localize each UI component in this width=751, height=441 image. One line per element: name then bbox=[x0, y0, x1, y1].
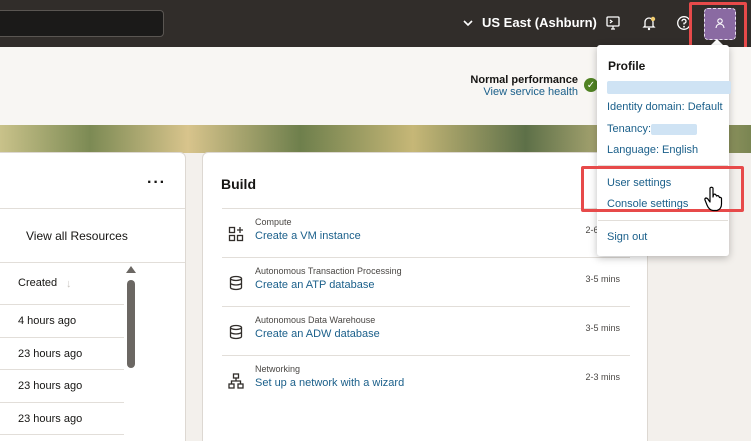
user-profile-button[interactable] bbox=[704, 8, 736, 40]
compute-icon bbox=[228, 226, 244, 242]
database-icon bbox=[228, 275, 244, 291]
sort-arrow-icon[interactable]: ↓ bbox=[66, 278, 72, 290]
build-item-duration: 3-5 mins bbox=[585, 274, 620, 284]
build-item-atp[interactable]: Autonomous Transaction Processing Create… bbox=[222, 259, 630, 308]
identity-domain-link[interactable]: Identity domain: Default bbox=[607, 101, 723, 113]
view-service-health-link[interactable]: View service health bbox=[470, 86, 578, 98]
region-selector[interactable]: US East (Ashburn) bbox=[462, 15, 597, 30]
build-item-adw[interactable]: Autonomous Data Warehouse Create an ADW … bbox=[222, 308, 630, 357]
scroll-thumb[interactable] bbox=[127, 280, 135, 368]
build-item-category: Autonomous Transaction Processing bbox=[255, 266, 402, 276]
more-actions-button[interactable]: ··· bbox=[147, 174, 166, 192]
notification-bell-icon[interactable] bbox=[640, 14, 658, 32]
create-vm-instance-link[interactable]: Create a VM instance bbox=[255, 230, 361, 242]
divider bbox=[222, 355, 630, 356]
redacted-username bbox=[607, 81, 731, 94]
divider bbox=[0, 262, 185, 263]
divider bbox=[222, 257, 630, 258]
network-icon bbox=[228, 373, 244, 389]
divider bbox=[0, 402, 124, 403]
divider bbox=[598, 165, 728, 166]
check-circle-icon: ✓ bbox=[584, 78, 598, 92]
build-item-category: Autonomous Data Warehouse bbox=[255, 315, 376, 325]
help-icon[interactable] bbox=[675, 14, 693, 32]
build-item-duration: 3-5 mins bbox=[585, 323, 620, 333]
create-atp-database-link[interactable]: Create an ATP database bbox=[255, 279, 374, 291]
build-item-category: Compute bbox=[255, 217, 292, 227]
build-item-category: Networking bbox=[255, 364, 301, 374]
divider bbox=[598, 220, 728, 221]
search-input[interactable] bbox=[0, 10, 164, 37]
service-health-status: Normal performance View service health bbox=[470, 74, 578, 98]
divider bbox=[0, 369, 124, 370]
divider bbox=[0, 434, 124, 435]
divider bbox=[0, 337, 124, 338]
table-cell-created: 23 hours ago bbox=[18, 348, 83, 360]
database-icon bbox=[228, 324, 244, 340]
resources-panel bbox=[0, 152, 186, 441]
divider bbox=[0, 304, 124, 305]
table-cell-created: 23 hours ago bbox=[18, 380, 83, 392]
table-cell-created: 23 hours ago bbox=[18, 413, 83, 425]
table-cell-created: 4 hours ago bbox=[18, 315, 77, 327]
build-item-networking[interactable]: Networking Set up a network with a wizar… bbox=[222, 357, 630, 406]
create-adw-database-link[interactable]: Create an ADW database bbox=[255, 328, 380, 340]
region-label: US East (Ashburn) bbox=[482, 15, 597, 30]
chevron-down-icon bbox=[462, 17, 474, 29]
sign-out-link[interactable]: Sign out bbox=[607, 231, 647, 243]
divider bbox=[0, 208, 185, 209]
profile-menu-title: Profile bbox=[608, 59, 646, 73]
build-title: Build bbox=[221, 176, 256, 192]
column-header-created[interactable]: Created bbox=[18, 277, 57, 289]
table-scrollbar[interactable] bbox=[126, 266, 136, 441]
hand-pointer-cursor-icon bbox=[703, 186, 725, 212]
network-wizard-link[interactable]: Set up a network with a wizard bbox=[255, 377, 404, 389]
redacted-tenancy-name bbox=[651, 124, 697, 135]
cloud-shell-icon[interactable] bbox=[604, 14, 622, 32]
build-item-compute[interactable]: Compute Create a VM instance 2-6 mins bbox=[222, 210, 630, 259]
console-settings-link[interactable]: Console settings bbox=[607, 198, 688, 210]
language-link[interactable]: Language: English bbox=[607, 144, 698, 156]
view-all-resources-link[interactable]: View all Resources bbox=[26, 229, 128, 243]
user-settings-link[interactable]: User settings bbox=[607, 177, 671, 189]
divider bbox=[222, 208, 630, 209]
performance-status-text: Normal performance bbox=[470, 74, 578, 86]
tenancy-link[interactable]: Tenancy: bbox=[607, 123, 651, 135]
user-profile-icon bbox=[714, 17, 726, 32]
build-item-duration: 2-3 mins bbox=[585, 372, 620, 382]
divider bbox=[222, 306, 630, 307]
scroll-up-arrow-icon[interactable] bbox=[126, 266, 136, 273]
